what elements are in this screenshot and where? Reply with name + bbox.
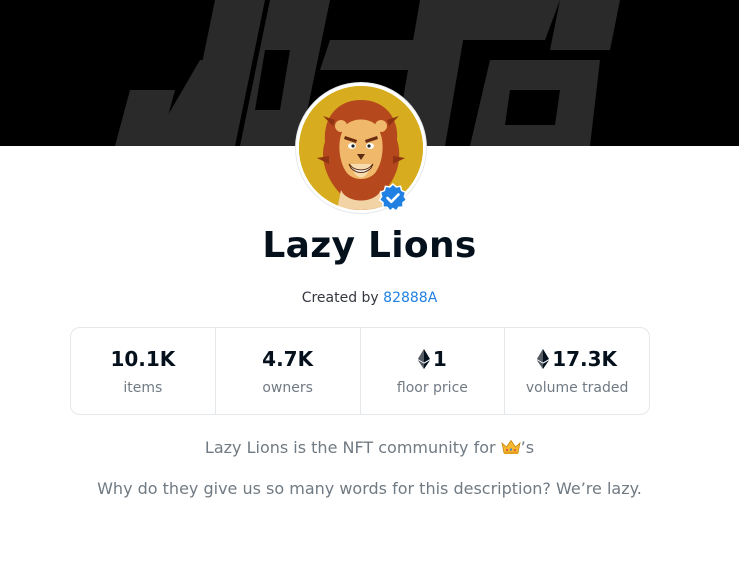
stat-items[interactable]: 10.1K items <box>71 328 216 414</box>
verified-badge-icon <box>378 182 408 213</box>
stat-label: volume traded <box>525 380 629 396</box>
stat-label: owners <box>262 380 313 396</box>
collection-page: Lazy Lions Created by 82888A 10.1K items… <box>0 0 739 578</box>
ethereum-icon <box>537 349 550 369</box>
stat-floor-price[interactable]: 1 floor price <box>361 328 506 414</box>
crown-emoji-icon <box>501 439 521 455</box>
collection-stats: 10.1K items 4.7K owners 1 floor price 17… <box>70 327 650 415</box>
stat-value: 17.3K <box>537 346 617 372</box>
stat-value: 1 <box>417 346 447 372</box>
stat-value: 10.1K <box>110 346 175 372</box>
stat-value: 4.7K <box>262 346 313 372</box>
collection-title: Lazy Lions <box>262 225 477 266</box>
creator-link[interactable]: 82888A <box>383 290 437 306</box>
stat-owners[interactable]: 4.7K owners <box>216 328 361 414</box>
created-by-label: Created by <box>301 290 379 306</box>
collection-description-line2: Why do they give us so many words for th… <box>97 479 642 498</box>
stat-number: 10.1K <box>110 347 176 371</box>
stat-number: 17.3K <box>552 347 618 371</box>
collection-avatar-wrapper <box>296 83 426 213</box>
stat-volume-traded[interactable]: 17.3K volume traded <box>505 328 649 414</box>
description-suffix: ’s <box>520 438 535 457</box>
ethereum-icon <box>417 349 430 369</box>
stat-number: 1 <box>432 347 447 371</box>
stat-label: items <box>123 380 163 396</box>
description-prefix: Lazy Lions is the NFT community for <box>204 438 496 457</box>
stat-label: floor price <box>396 380 468 396</box>
stat-number: 4.7K <box>262 347 314 371</box>
creator-line: Created by 82888A <box>0 290 739 306</box>
collection-description-line1: Lazy Lions is the NFT community for ’s <box>0 438 739 457</box>
